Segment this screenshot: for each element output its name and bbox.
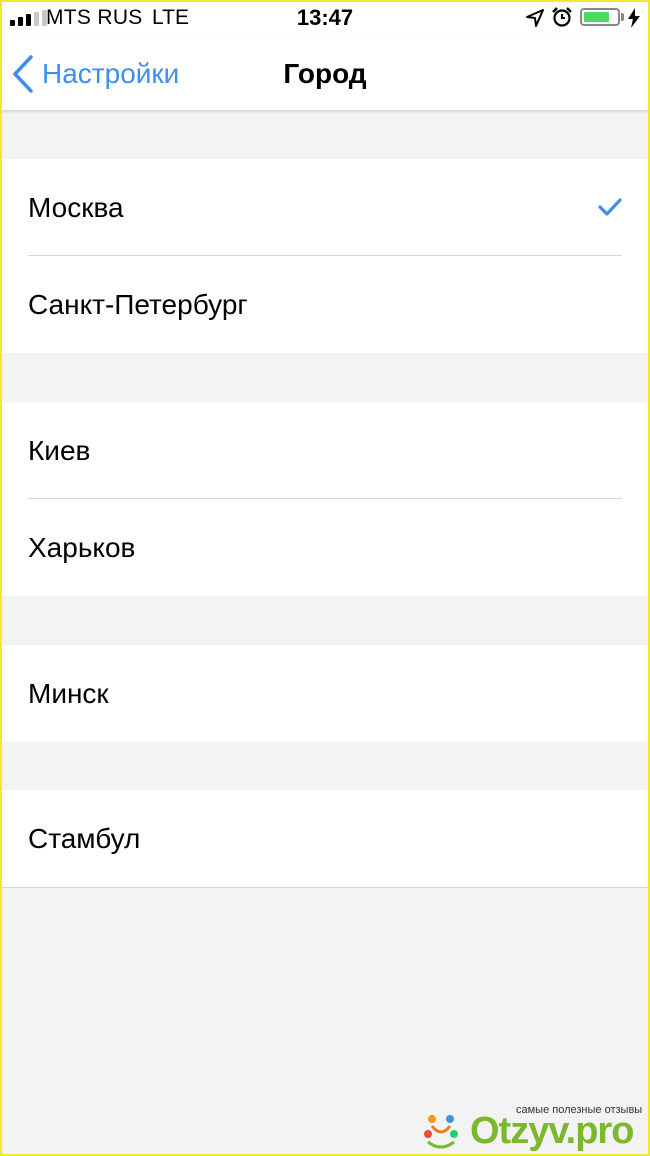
city-group: Стамбул [0,790,650,888]
list-item-label: Харьков [28,531,136,563]
list-item-saint-petersburg[interactable]: Санкт-Петербург [0,256,650,353]
alarm-clock-icon [552,7,572,27]
battery-icon [580,8,620,26]
page-title: Город [283,58,367,89]
list-item-moscow[interactable]: Москва [0,159,650,256]
city-group: Минск [0,645,650,742]
charging-bolt-icon [628,8,640,28]
navigation-bar: Настройки Город [0,36,650,111]
location-arrow-icon [526,9,544,27]
people-logo-icon [424,1115,458,1149]
city-group: Киев Харьков [0,402,650,596]
list-item-label: Москва [28,191,124,223]
list-item-kiev[interactable]: Киев [0,402,650,499]
list-item-label: Киев [28,434,91,466]
list-item-label: Стамбул [28,822,141,854]
watermark-brand: Otzyv.pro [470,1110,634,1152]
checkmark-icon [598,198,622,216]
status-bar: MTS RUS LTE 13:47 [0,0,650,36]
battery-cap [621,13,624,21]
list-item-label: Санкт-Петербург [28,288,248,320]
city-group: Москва Санкт-Петербург [0,159,650,353]
list-item-kharkov[interactable]: Харьков [0,499,650,596]
list-item-istanbul[interactable]: Стамбул [0,790,650,887]
list-item-label: Минск [28,677,109,709]
list-item-minsk[interactable]: Минск [0,645,650,742]
